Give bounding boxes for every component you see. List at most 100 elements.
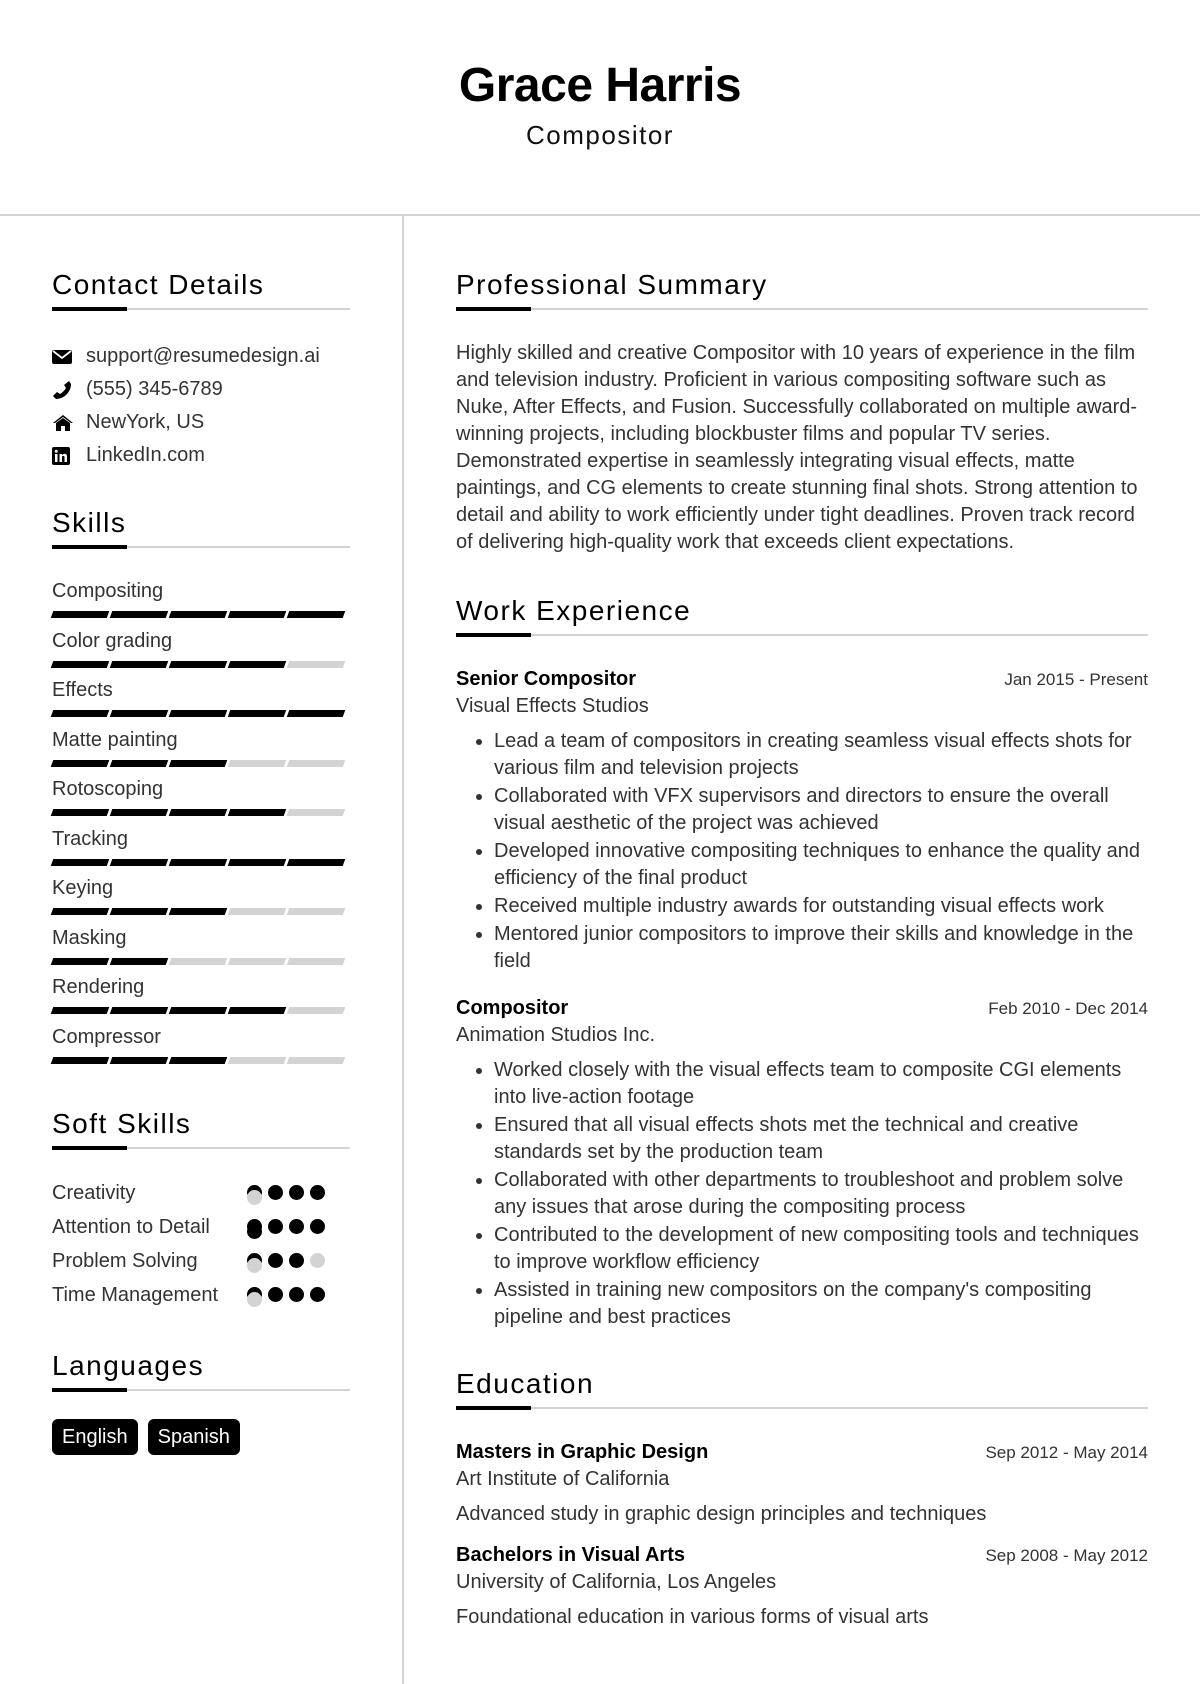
skill-label: Keying [52,877,114,899]
education-date: Sep 2012 - May 2014 [985,1443,1148,1462]
skill-item: Rendering [50,974,350,1024]
degree: Masters in Graphic Design [456,1441,709,1463]
rating-dot-filled [289,1287,304,1302]
job-bullet: Ensured that all visual effects shots me… [494,1112,1148,1166]
skill-segment-empty [286,957,346,965]
main-content: Professional Summary Highly skilled and … [456,268,1148,1631]
skill-item: Masking [50,925,350,975]
contact-linkedin-text: LinkedIn.com [86,444,205,466]
skill-segment-filled [286,611,346,618]
rating-dot-filled [268,1253,283,1268]
skill-segment-filled [50,1007,110,1014]
sidebar: Contact Details support@resumedesign.ai … [50,268,350,1455]
skill-segment-filled [168,809,228,816]
skill-label: Rotoscoping [52,778,164,800]
job-company: Visual Effects Studios [456,695,649,717]
soft-skills-section: Soft Skills Creativity Attention to Detai… [52,1107,350,1309]
job-bullets: Worked closely with the visual effects t… [456,1057,1148,1331]
soft-skill-item: Attention to Detail [52,1213,350,1241]
job-entry: Compositor Feb 2010 - Dec 2014 Animation… [456,995,1148,1331]
skill-segment-filled [50,710,110,717]
job-date: Feb 2010 - Dec 2014 [988,999,1148,1018]
job-bullet: Developed innovative compositing techniq… [494,838,1148,892]
job-bullet: Mentored junior compositors to improve t… [494,921,1148,975]
skill-item: Effects [50,677,350,727]
skill-segment-filled [109,660,169,668]
skill-label: Compositing [52,580,164,602]
skill-segment-filled [109,809,169,816]
heading-rule [52,545,350,549]
soft-skill-rating [247,1247,337,1275]
skill-segment-filled [168,611,228,618]
heading-rule [456,633,1148,637]
job-date: Jan 2015 - Present [1004,670,1148,689]
rating-dot-filled [310,1287,325,1302]
summary-section: Professional Summary Highly skilled and … [456,268,1148,556]
skill-segment-filled [168,908,228,915]
skill-segment-empty [227,759,287,767]
skill-item: Tracking [50,826,350,876]
candidate-name: Grace Harris [458,59,742,112]
skill-item: Keying [50,875,350,925]
skill-segment-filled [168,660,228,668]
contact-email[interactable]: support@resumedesign.ai [52,340,350,373]
job-bullet: Contributed to the development of new co… [494,1222,1148,1276]
soft-skills-heading: Soft Skills [52,1108,192,1139]
education-section: Education Masters in Graphic Design Sep … [456,1367,1148,1631]
contact-section: Contact Details support@resumedesign.ai … [52,268,350,472]
rating-dot-empty [247,1292,262,1307]
skill-segment-empty [227,1056,287,1064]
job-bullet: Lead a team of compositors in creating s… [494,728,1148,782]
candidate-title: Compositor [526,120,674,150]
soft-skill-item: Creativity [52,1179,350,1207]
rating-dot-filled [289,1185,304,1200]
skill-segment-filled [168,1007,228,1014]
header-divider [0,214,1200,216]
skill-label: Compressor [52,1025,161,1048]
skill-segment-filled [286,710,346,717]
phone-icon [52,380,86,400]
skills-heading: Skills [52,507,127,538]
skill-segment-filled [227,809,287,816]
contact-phone[interactable]: (555) 345-6789 [52,373,350,406]
education-date: Sep 2008 - May 2012 [985,1546,1148,1565]
skill-segment-empty [227,908,287,915]
skill-segment-filled [109,1056,169,1064]
skill-level-bar [50,957,350,965]
skills-list: Compositing Color grading Effects Matte pai… [50,578,350,1073]
skill-segment-empty [286,809,346,816]
languages-section: Languages English Spanish [52,1349,350,1455]
rating-dot-filled [247,1224,262,1239]
contact-list: support@resumedesign.ai (555) 345-6789 N… [52,340,350,472]
skill-segment-filled [168,710,228,717]
contact-linkedin[interactable]: LinkedIn.com [52,439,350,472]
skill-segment-filled [50,1056,110,1064]
rating-dot-filled [310,1185,325,1200]
contact-location-text: NewYork, US [86,411,205,433]
skill-segment-empty [286,1007,346,1014]
soft-skill-rating [247,1281,337,1309]
language-chip: English [52,1419,138,1455]
skill-level-bar [50,908,350,915]
heading-rule [456,1406,1148,1410]
rating-dot-filled [310,1219,325,1234]
job-company: Animation Studios Inc. [456,1024,655,1046]
education-entry: Masters in Graphic Design Sep 2012 - May… [456,1439,1148,1528]
summary-heading: Professional Summary [456,269,768,300]
resume-header: Grace Harris Compositor [0,0,1200,215]
rating-dot-filled [289,1219,304,1234]
skill-segment-empty [286,908,346,915]
skill-segment-filled [50,809,110,816]
skill-item: Matte painting [50,727,350,777]
skill-segment-filled [109,858,169,866]
experience-section: Work Experience Senior Compositor Jan 20… [456,594,1148,1331]
rating-dot-filled [268,1287,283,1302]
skill-item: Rotoscoping [50,776,350,826]
skill-level-bar [50,809,350,816]
column-divider [402,216,404,1684]
rating-dot-filled [289,1253,304,1268]
skill-segment-filled [109,710,169,717]
skill-segment-filled [109,759,169,767]
skill-label: Masking [52,926,127,949]
soft-skill-label: Attention to Detail [52,1216,210,1238]
